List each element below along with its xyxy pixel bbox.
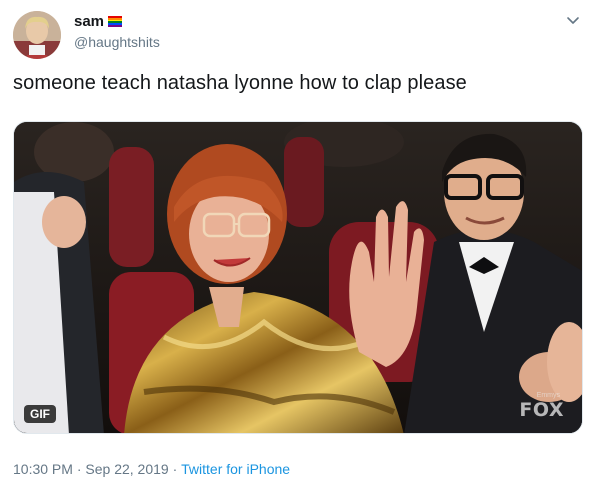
tweet-source-link[interactable]: Twitter for iPhone	[181, 461, 290, 477]
flag-stripe	[108, 25, 123, 27]
meta-separator: ·	[72, 461, 86, 477]
tweet-date[interactable]: Sep 22, 2019	[85, 461, 168, 477]
meta-separator: ·	[168, 461, 182, 477]
tweet-card: sam @haughtshits someone teach natasha l…	[0, 0, 597, 491]
gif-badge: GIF	[24, 405, 56, 423]
gif-frame	[14, 122, 582, 433]
emmys-watermark: Emmys	[536, 392, 560, 399]
display-name[interactable]: sam	[74, 13, 104, 30]
user-handle[interactable]: @haughtshits	[74, 34, 160, 50]
tweet-meta: 10:30 PM · Sep 22, 2019 · Twitter for iP…	[13, 461, 290, 477]
tweet-time[interactable]: 10:30 PM	[13, 461, 73, 477]
fox-watermark: FOX	[519, 399, 564, 421]
avatar-image	[13, 11, 61, 59]
avatar[interactable]	[13, 11, 61, 59]
gif-media[interactable]: GIF Emmys FOX	[13, 121, 583, 434]
author-name-row: sam	[74, 13, 123, 30]
tweet-text: someone teach natasha lyonne how to clap…	[13, 72, 467, 94]
chevron-down-icon[interactable]	[565, 12, 581, 28]
rainbow-flag-icon	[108, 16, 123, 27]
